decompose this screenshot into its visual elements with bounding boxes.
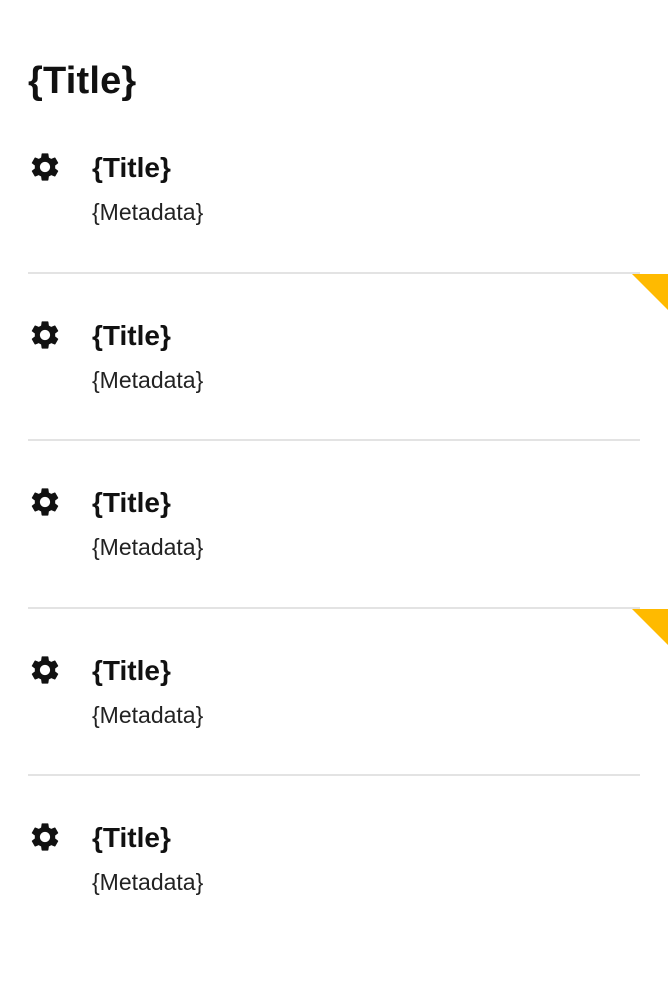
gear-icon <box>28 150 62 184</box>
item-metadata: {Metadata} <box>92 366 204 393</box>
gear-icon <box>28 653 62 687</box>
item-list: {Title} {Metadata} {Title} {Metadata} {T… <box>0 106 668 944</box>
gear-icon <box>28 485 62 519</box>
item-metadata: {Metadata} <box>92 199 204 225</box>
list-item[interactable]: {Title} {Metadata} <box>0 441 668 609</box>
item-title: {Title} <box>92 152 171 183</box>
item-metadata: {Metadata} <box>92 534 204 560</box>
item-metadata: {Metadata} <box>92 701 204 728</box>
list-item[interactable]: {Title} {Metadata} <box>0 273 668 441</box>
corner-flag <box>632 273 668 310</box>
list-item[interactable]: {Title} {Metadata} <box>0 776 668 944</box>
item-metadata: {Metadata} <box>92 869 204 895</box>
gear-icon <box>28 820 62 854</box>
item-title: {Title} <box>92 319 171 351</box>
item-title: {Title} <box>92 822 171 853</box>
item-title: {Title} <box>92 654 171 686</box>
gear-icon <box>28 318 62 352</box>
page-title: {Title} <box>28 60 137 102</box>
corner-flag <box>632 608 668 645</box>
list-item[interactable]: {Title} {Metadata} <box>0 608 668 776</box>
list-item[interactable]: {Title} {Metadata} <box>0 106 668 274</box>
item-title: {Title} <box>92 487 171 518</box>
page: {Title} {Title} {Metadata} {Title} {Meta… <box>0 0 668 1000</box>
